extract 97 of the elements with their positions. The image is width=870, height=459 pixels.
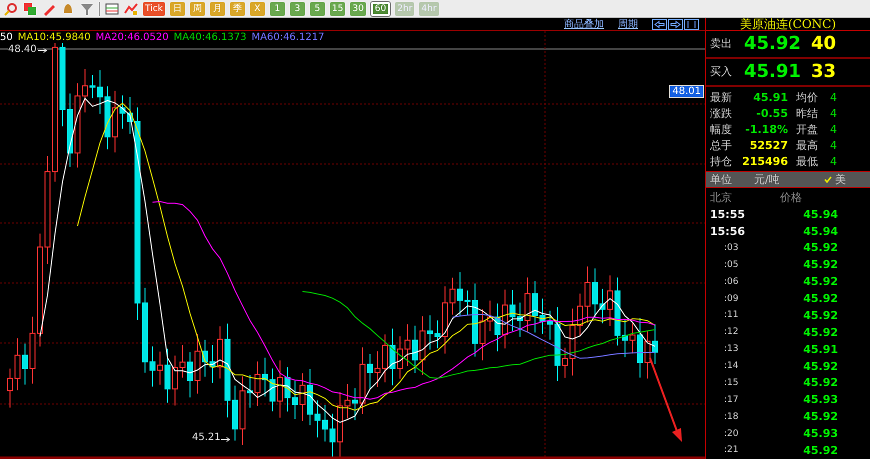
tick-time: :13 bbox=[723, 344, 740, 354]
stat-value: 215496 bbox=[741, 154, 789, 169]
chart-icon[interactable] bbox=[124, 2, 138, 16]
tick-price: 45.91 bbox=[802, 342, 838, 356]
stat-value: 4 bbox=[830, 106, 838, 121]
tick-time: :09 bbox=[723, 294, 740, 304]
tick-time: :20 bbox=[723, 428, 740, 439]
right-arrow-icon[interactable] bbox=[668, 18, 683, 30]
tick-price: 45.93 bbox=[802, 427, 838, 440]
stat-label: 最低 bbox=[796, 154, 819, 169]
tick-time: :06 bbox=[723, 276, 740, 287]
price-label: 48.40 bbox=[8, 44, 37, 55]
squares-icon[interactable] bbox=[23, 2, 37, 16]
column-header: 价格 bbox=[780, 190, 803, 206]
stat-label: 持仓 bbox=[710, 154, 733, 169]
stat-label: 总手 bbox=[710, 138, 733, 153]
tick-price: 45.93 bbox=[802, 393, 838, 406]
stat-value: 4 bbox=[830, 90, 838, 105]
pointer-arrow-icon bbox=[38, 48, 47, 53]
tick-time: :18 bbox=[723, 412, 740, 422]
tick-time: :17 bbox=[723, 394, 740, 405]
unit-value: 元/吨 bbox=[754, 172, 781, 187]
tick-price: 45.92 bbox=[802, 376, 838, 390]
price-value: 45.91 bbox=[744, 61, 801, 82]
tick-price: 45.92 bbox=[802, 275, 838, 288]
currency-option[interactable]: 美 bbox=[835, 172, 846, 187]
period-button[interactable]: 2hr bbox=[395, 2, 414, 16]
indicator-label: MA40:46.1373 bbox=[174, 32, 246, 43]
tick-price: 45.92 bbox=[802, 410, 838, 424]
stat-label: 幅度 bbox=[710, 122, 733, 137]
period-button[interactable]: 月 bbox=[210, 2, 225, 16]
tick-time: 15:55 bbox=[710, 208, 746, 221]
period-button[interactable]: 季 bbox=[230, 2, 245, 16]
stat-label: 开盘 bbox=[796, 122, 819, 137]
row-label: 卖出 bbox=[710, 36, 733, 52]
stat-label: 昨结 bbox=[796, 106, 819, 121]
stat-value: 4 bbox=[830, 138, 838, 153]
tick-price: 45.92 bbox=[802, 241, 838, 254]
period-button[interactable]: Tick bbox=[143, 2, 165, 16]
period-button[interactable]: 15 bbox=[330, 2, 346, 16]
stat-value: -0.55 bbox=[755, 106, 789, 121]
stat-value: 4 bbox=[830, 122, 838, 137]
period-button[interactable]: 60 bbox=[370, 2, 390, 16]
price-label: 45.21 bbox=[192, 432, 221, 443]
search-icon[interactable] bbox=[4, 2, 18, 16]
tick-time: 15:56 bbox=[710, 224, 746, 238]
period-button[interactable]: X bbox=[250, 2, 265, 16]
stat-value: 4 bbox=[830, 154, 838, 169]
indicator-label: 50 bbox=[0, 32, 13, 43]
tick-time: :05 bbox=[723, 260, 740, 270]
tick-time: :21 bbox=[723, 445, 740, 456]
stat-label: 涨跌 bbox=[710, 106, 733, 121]
volume-value: 40 bbox=[810, 33, 836, 54]
tick-price: 45.92 bbox=[802, 360, 838, 373]
layout-icon[interactable] bbox=[684, 18, 699, 30]
period-button[interactable]: 5 bbox=[310, 2, 325, 16]
volume-value: 33 bbox=[810, 61, 836, 82]
period-button[interactable]: 30 bbox=[350, 2, 366, 16]
tick-time: :15 bbox=[723, 378, 740, 388]
tick-time: :14 bbox=[723, 361, 740, 372]
stat-label: 最新 bbox=[710, 90, 733, 105]
tick-price: 45.94 bbox=[802, 224, 838, 238]
tick-price: 45.92 bbox=[802, 326, 838, 339]
pointer-arrow-icon bbox=[221, 437, 230, 442]
indicator-label: MA20:46.0520 bbox=[96, 32, 169, 43]
indicator-label: MA60:46.1217 bbox=[252, 32, 324, 43]
price-value: 45.92 bbox=[744, 33, 801, 54]
period-button[interactable]: 1 bbox=[270, 2, 285, 16]
toolbar-link[interactable]: 商品叠加 bbox=[564, 17, 604, 31]
tick-price: 45.92 bbox=[802, 258, 838, 272]
stat-label: 最高 bbox=[796, 138, 819, 153]
tick-price: 45.92 bbox=[802, 308, 838, 322]
filter-icon[interactable] bbox=[80, 2, 94, 16]
column-header: 北京 bbox=[710, 190, 733, 206]
instrument-title: 美原油连(CONC) bbox=[706, 18, 870, 31]
tick-time: :12 bbox=[723, 327, 740, 338]
check-icon[interactable] bbox=[824, 176, 832, 183]
table-icon[interactable] bbox=[105, 2, 119, 16]
period-button[interactable]: 3 bbox=[290, 2, 305, 16]
left-arrow-icon[interactable] bbox=[652, 18, 667, 30]
tick-time: :11 bbox=[723, 310, 740, 320]
period-button[interactable]: 日 bbox=[170, 2, 185, 16]
tick-price: 45.92 bbox=[802, 292, 838, 306]
stat-value: 45.91 bbox=[752, 90, 789, 105]
indicator-label: MA10:45.9840 bbox=[18, 32, 91, 43]
stat-label: 均价 bbox=[796, 90, 819, 105]
stat-value: 52527 bbox=[748, 138, 789, 153]
tick-price: 45.94 bbox=[802, 208, 838, 221]
unit-label: 单位 bbox=[710, 172, 733, 187]
row-label: 买入 bbox=[710, 64, 733, 80]
toolbar-link[interactable]: 周期 bbox=[618, 17, 638, 31]
stat-value: -1.18% bbox=[744, 122, 789, 137]
tick-price: 45.92 bbox=[802, 444, 838, 457]
period-button[interactable]: 周 bbox=[190, 2, 205, 16]
period-button[interactable]: 4hr bbox=[419, 2, 439, 16]
tick-time: :03 bbox=[723, 242, 740, 253]
cursor-price-label: 48.01 bbox=[669, 85, 704, 98]
